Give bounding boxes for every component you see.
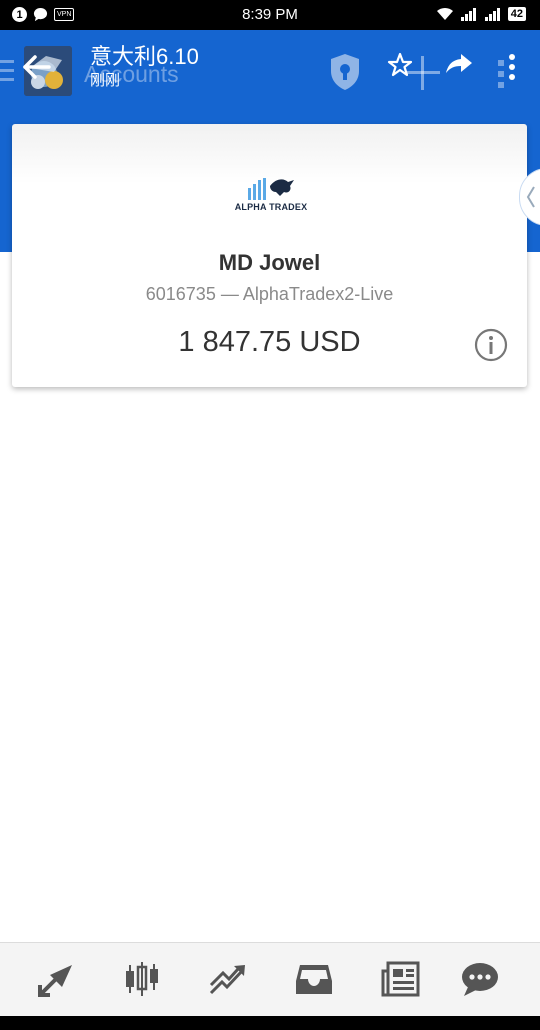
- nav-news[interactable]: [378, 959, 422, 999]
- nav-mailbox[interactable]: [292, 959, 336, 999]
- page-subtitle: 刚刚: [90, 72, 121, 89]
- signal-icon-2: [484, 8, 500, 21]
- account-card[interactable]: ALPHA TRADEX MD Jowel 6016735 — AlphaTra…: [12, 124, 527, 387]
- nav-chart[interactable]: [120, 959, 164, 999]
- nav-trade[interactable]: [206, 959, 250, 999]
- info-icon[interactable]: [473, 327, 509, 363]
- chat-icon: [462, 963, 498, 996]
- account-name: MD Jowel: [218, 250, 321, 275]
- shield-lock-icon[interactable]: [328, 52, 362, 92]
- status-bar: 1 VPN 8:39 PM 42: [0, 0, 540, 30]
- signal-icon: [460, 8, 476, 21]
- share-icon[interactable]: [445, 53, 473, 75]
- nav-quotes[interactable]: [34, 959, 78, 999]
- side-panel-handle[interactable]: [519, 168, 540, 226]
- page-title: 意大利6.10: [90, 44, 199, 69]
- bottom-navigation: [0, 942, 540, 1017]
- system-nav-bar: [0, 1016, 540, 1030]
- quotes-icon: [38, 965, 72, 997]
- back-arrow-icon[interactable]: [22, 52, 52, 82]
- status-right: 42: [436, 7, 526, 21]
- nav-chat[interactable]: [458, 959, 502, 999]
- trade-icon: [209, 965, 245, 995]
- account-balance: 1 847.75 USD: [178, 326, 361, 358]
- chevron-left-icon: [526, 186, 535, 208]
- star-icon[interactable]: [387, 52, 413, 78]
- menu-icon: [0, 60, 14, 81]
- news-icon: [381, 961, 420, 997]
- battery-level: 42: [507, 7, 526, 21]
- chart-candles-icon: [126, 962, 158, 996]
- account-server: 6016735 — AlphaTradex2-Live: [145, 284, 394, 304]
- mailbox-icon: [296, 965, 332, 994]
- wifi-icon: [436, 7, 453, 20]
- broker-logo-mark: [248, 178, 294, 200]
- more-vert-icon[interactable]: [506, 52, 518, 82]
- broker-logo-text: ALPHA TRADEX: [234, 202, 308, 212]
- broker-logo: ALPHA TRADEX: [232, 176, 310, 212]
